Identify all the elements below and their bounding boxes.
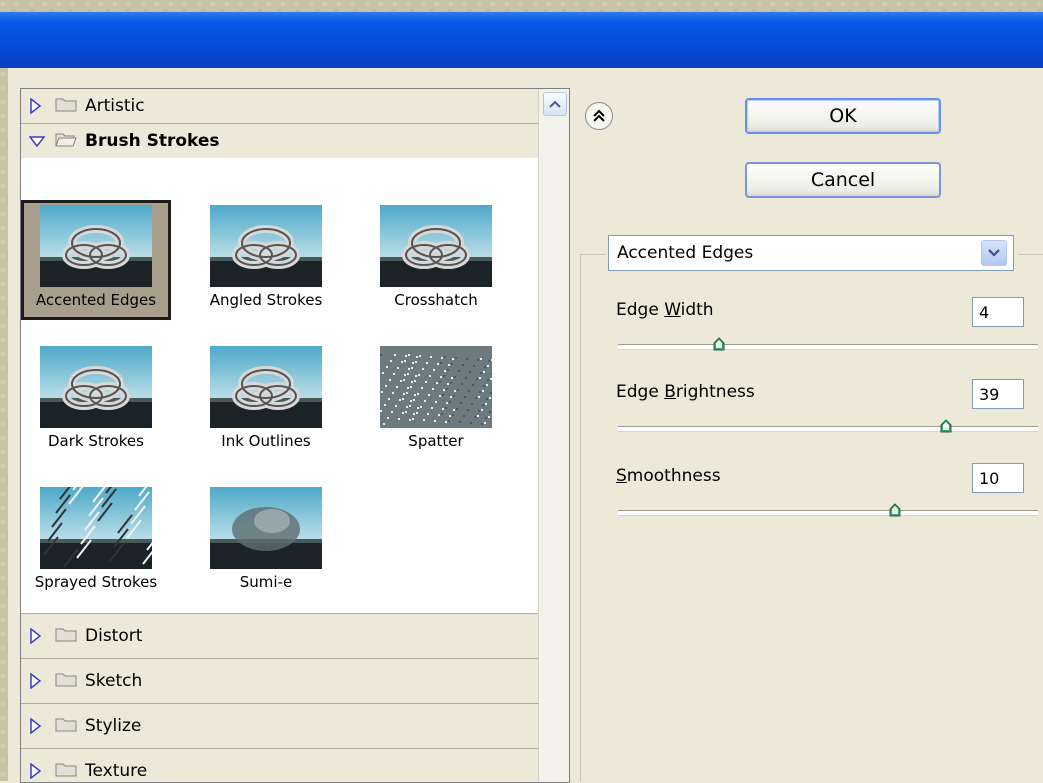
category-texture[interactable]: Texture — [21, 749, 539, 782]
category-label: Artistic — [85, 96, 145, 116]
param-label-text: idth — [680, 300, 714, 320]
folder-open-icon — [55, 131, 85, 151]
double-chevron-up-icon[interactable] — [585, 102, 613, 130]
chevron-down-icon[interactable] — [981, 240, 1007, 266]
param-label-hotkey: B — [664, 382, 676, 402]
param-slider-knob[interactable] — [940, 418, 952, 433]
vertical-scrollbar[interactable] — [538, 89, 569, 782]
category-label: Stylize — [85, 716, 142, 736]
filter-thumbnail[interactable]: Angled Strokes — [191, 200, 341, 320]
category-label: Texture — [85, 761, 148, 781]
triangle-right-icon[interactable] — [29, 98, 45, 114]
folder-icon — [55, 96, 85, 116]
filter-thumbnail[interactable]: Spatter — [361, 341, 511, 461]
group-frame — [580, 254, 581, 781]
filter-thumbnail[interactable]: Ink Outlines — [191, 341, 341, 461]
param-label-text: moothness — [626, 466, 721, 486]
triangle-down-icon[interactable] — [29, 135, 45, 147]
filter-thumbnail[interactable]: Sprayed Strokes — [21, 482, 171, 602]
filter-preview-image — [210, 346, 322, 428]
category-label: Brush Strokes — [85, 131, 220, 151]
ok-button[interactable]: OK — [745, 98, 941, 134]
category-label: Sketch — [85, 671, 143, 691]
category-sketch[interactable]: Sketch — [21, 659, 539, 704]
triangle-right-icon[interactable] — [29, 763, 45, 779]
filter-preview-image — [380, 205, 492, 287]
param-slider-track[interactable] — [618, 344, 1038, 349]
param-label-text: rightness — [675, 382, 755, 402]
filter-thumbnail[interactable]: Accented Edges — [21, 200, 171, 320]
triangle-right-icon[interactable] — [29, 718, 45, 734]
folder-icon — [55, 671, 85, 691]
triangle-right-icon[interactable] — [29, 673, 45, 689]
filter-list-panel: Artistic Brush Strokes Accented Edges Ang… — [20, 88, 570, 783]
category-brush-strokes[interactable]: Brush Strokes — [21, 124, 539, 158]
param-label-hotkey: S — [616, 466, 627, 486]
filter-preview-image — [40, 487, 152, 569]
category-label: Distort — [85, 626, 143, 646]
filter-thumbnail-caption: Crosshatch — [394, 291, 478, 309]
filter-thumbnail[interactable]: Dark Strokes — [21, 341, 171, 461]
filter-thumbnail-caption: Accented Edges — [35, 291, 157, 309]
param-slider-track[interactable] — [618, 510, 1038, 515]
filter-preview-image — [380, 346, 492, 428]
group-frame — [580, 254, 606, 255]
param-value-input[interactable]: 39 — [972, 379, 1024, 409]
param-label-text: Edge — [616, 300, 665, 320]
filter-preview-image — [40, 346, 152, 428]
folder-icon — [55, 761, 85, 781]
filter-thumbnail-caption: Spatter — [408, 432, 464, 450]
param-slider-knob[interactable] — [889, 502, 901, 517]
window-titlebar[interactable] — [0, 12, 1043, 68]
filter-preview-image — [40, 205, 152, 287]
filter-thumbnail[interactable]: Crosshatch — [361, 200, 511, 320]
param-label: Smoothness — [616, 466, 721, 486]
group-frame — [1018, 254, 1043, 255]
filter-thumbnail-caption: Sumi-e — [239, 573, 293, 591]
param-slider-knob[interactable] — [713, 336, 725, 351]
cancel-button[interactable]: Cancel — [745, 162, 941, 198]
category-stylize[interactable]: Stylize — [21, 704, 539, 749]
filter-select[interactable]: Accented Edges — [608, 235, 1014, 271]
triangle-right-icon[interactable] — [29, 628, 45, 644]
scroll-up-icon[interactable] — [543, 92, 567, 116]
filter-thumbnail-caption: Angled Strokes — [209, 291, 323, 309]
param-value-input[interactable]: 10 — [972, 463, 1024, 493]
folder-icon — [55, 626, 85, 646]
filter-thumbnail-caption: Sprayed Strokes — [34, 573, 158, 591]
category-distort[interactable]: Distort — [21, 613, 539, 659]
filter-thumbnail-caption: Ink Outlines — [221, 432, 311, 450]
filter-thumbnail[interactable]: Sumi-e — [191, 482, 341, 602]
filter-select-value: Accented Edges — [617, 243, 754, 263]
filter-thumbnail-caption: Dark Strokes — [48, 432, 144, 450]
param-label: Edge Brightness — [616, 382, 755, 402]
filter-preview-image — [210, 487, 322, 569]
param-label-text: Edge — [616, 382, 665, 402]
folder-icon — [55, 716, 85, 736]
filter-preview-image — [210, 205, 322, 287]
param-value-input[interactable]: 4 — [972, 297, 1024, 327]
category-artistic[interactable]: Artistic — [21, 89, 539, 124]
filter-gallery-window: Artistic Brush Strokes Accented Edges Ang… — [8, 68, 1043, 783]
param-slider-track[interactable] — [618, 426, 1038, 431]
param-label-hotkey: W — [664, 300, 681, 320]
param-label: Edge Width — [616, 300, 714, 320]
